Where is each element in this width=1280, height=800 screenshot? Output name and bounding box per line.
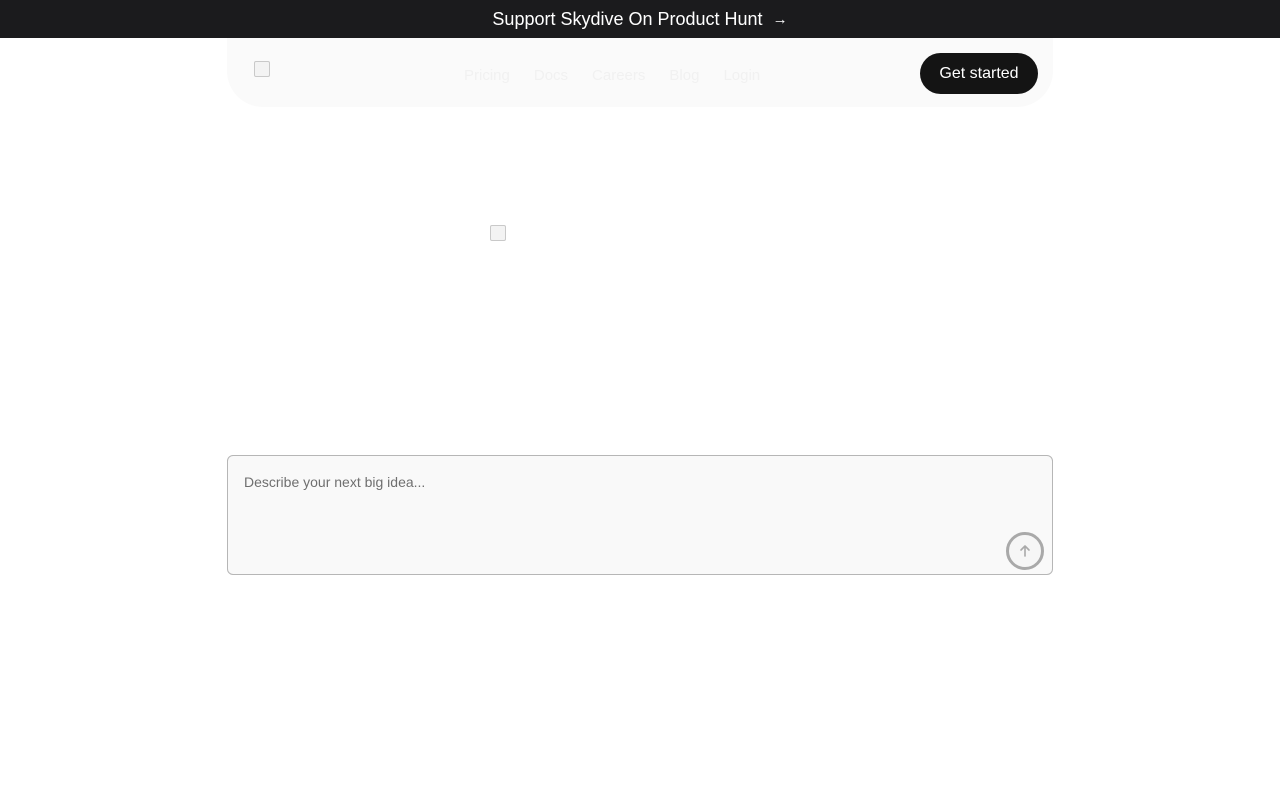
arrow-up-icon bbox=[1020, 545, 1030, 557]
top-navigation: Pricing Docs Careers Blog Login Get star… bbox=[227, 38, 1053, 107]
nav-link-docs[interactable]: Docs bbox=[534, 67, 568, 84]
nav-link-pricing[interactable]: Pricing bbox=[464, 67, 510, 84]
idea-prompt-box bbox=[227, 455, 1053, 575]
get-started-button[interactable]: Get started bbox=[920, 53, 1038, 94]
arrow-right-icon: → bbox=[772, 10, 788, 28]
nav-link-careers[interactable]: Careers bbox=[592, 67, 645, 84]
hero-image bbox=[490, 225, 506, 241]
submit-button[interactable] bbox=[1006, 532, 1044, 570]
nav-link-login[interactable]: Login bbox=[723, 67, 760, 84]
idea-input[interactable] bbox=[244, 474, 1004, 544]
nav-link-blog[interactable]: Blog bbox=[669, 67, 699, 84]
nav-links: Pricing Docs Careers Blog Login bbox=[464, 38, 760, 112]
banner-text: Support Skydive On Product Hunt bbox=[492, 8, 763, 29]
product-hunt-banner[interactable]: Support Skydive On Product Hunt → bbox=[0, 0, 1280, 38]
logo-image[interactable] bbox=[254, 61, 270, 77]
